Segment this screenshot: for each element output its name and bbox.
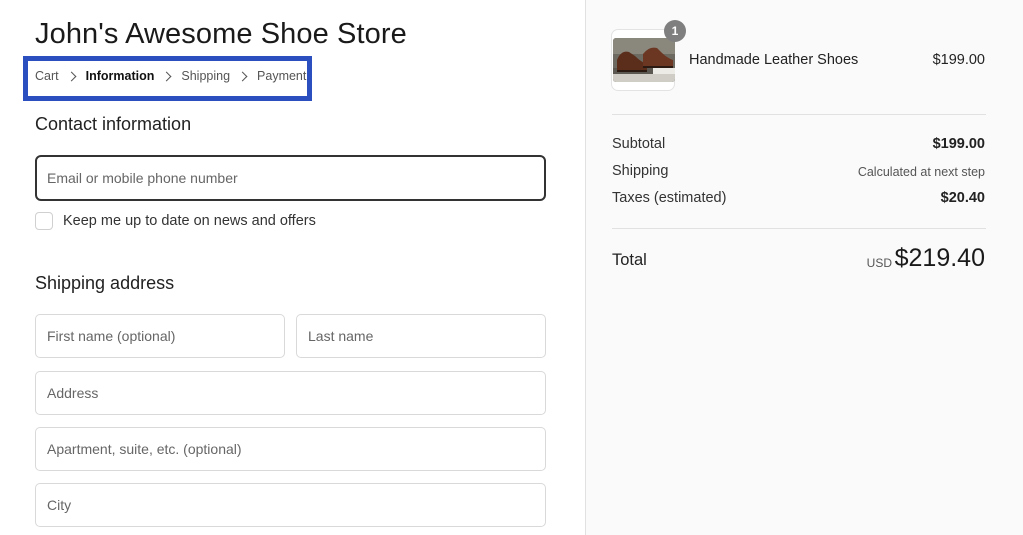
contact-section-title: Contact information — [35, 114, 192, 134]
total-amount: $219.40 — [894, 244, 985, 272]
city-input[interactable] — [47, 497, 545, 513]
checkout-main: John's Awesome Shoe Store Cart Informati… — [0, 0, 585, 535]
taxes-label: Taxes (estimated) — [612, 190, 727, 206]
breadcrumb-payment: Payment — [257, 69, 307, 83]
total-currency: USD — [866, 256, 892, 270]
store-title: John's Awesome Shoe Store — [35, 18, 407, 50]
leather-shoes-photo — [613, 38, 675, 82]
email-field[interactable] — [35, 155, 546, 201]
apartment-field[interactable] — [35, 427, 546, 471]
last-name-field[interactable] — [296, 314, 546, 358]
breadcrumb-information: Information — [85, 69, 155, 83]
breadcrumb: Cart Information Shipping Payment — [35, 69, 306, 83]
address-input[interactable] — [47, 385, 545, 401]
chevron-right-icon — [161, 71, 172, 81]
subtotal-value: $199.00 — [932, 136, 985, 152]
chevron-right-icon — [66, 71, 77, 81]
summary-divider — [612, 114, 986, 115]
first-name-input[interactable] — [47, 328, 284, 344]
last-name-input[interactable] — [308, 328, 545, 344]
chevron-right-icon — [237, 71, 248, 81]
city-field[interactable] — [35, 483, 546, 527]
product-price: $199.00 — [932, 52, 985, 68]
address-field[interactable] — [35, 371, 546, 415]
product-name: Handmade Leather Shoes — [689, 52, 859, 68]
shipping-address-section-title: Shipping address — [35, 273, 175, 293]
summary-divider — [612, 228, 986, 229]
email-input[interactable] — [47, 170, 544, 186]
newsletter-option[interactable]: Keep me up to date on news and offers — [35, 212, 316, 230]
quantity-badge: 1 — [664, 20, 686, 42]
newsletter-checkbox[interactable] — [35, 212, 53, 230]
breadcrumb-cart[interactable]: Cart — [35, 69, 59, 83]
product-thumbnail — [611, 29, 675, 91]
total-label: Total — [612, 251, 647, 269]
first-name-field[interactable] — [35, 314, 285, 358]
taxes-value: $20.40 — [940, 190, 985, 206]
order-summary: 1 Handmade Leather Shoes $199.00 Subtota… — [585, 0, 1023, 535]
shipping-cost-value: Calculated at next step — [857, 165, 985, 179]
apartment-input[interactable] — [47, 441, 545, 457]
subtotal-label: Subtotal — [612, 136, 666, 152]
newsletter-label: Keep me up to date on news and offers — [63, 213, 316, 229]
shipping-cost-label: Shipping — [612, 163, 669, 179]
checkout-page: John's Awesome Shoe Store Cart Informati… — [0, 0, 1023, 535]
breadcrumb-shipping: Shipping — [181, 69, 231, 83]
